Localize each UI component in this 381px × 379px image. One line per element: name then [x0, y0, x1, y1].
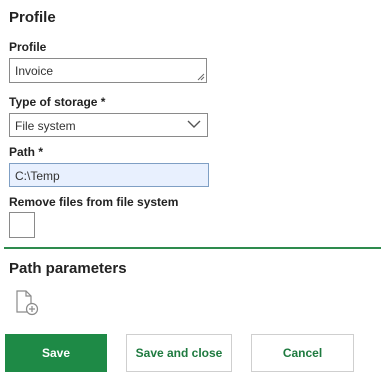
profile-field-label: Profile [9, 40, 47, 54]
chevron-down-icon [187, 120, 201, 128]
profile-textarea[interactable]: Invoice [9, 58, 207, 83]
profile-section-title: Profile [9, 9, 56, 26]
path-input-value: C:\Temp [15, 169, 60, 183]
path-field-label: Path * [9, 145, 44, 159]
remove-files-checkbox[interactable] [9, 212, 35, 238]
resize-grip-icon[interactable] [197, 73, 205, 81]
path-input[interactable]: C:\Temp [9, 163, 209, 187]
storage-type-value: File system [15, 119, 76, 133]
remove-files-label: Remove files from file system [9, 195, 179, 209]
cancel-button[interactable]: Cancel [251, 334, 354, 372]
profile-textarea-value: Invoice [15, 64, 54, 78]
save-button[interactable]: Save [5, 334, 107, 372]
path-parameters-title: Path parameters [9, 260, 127, 277]
storage-type-select[interactable]: File system [9, 113, 208, 137]
storage-type-label: Type of storage * [9, 95, 106, 109]
section-divider [4, 247, 381, 249]
add-document-icon[interactable] [14, 290, 40, 316]
save-and-close-button[interactable]: Save and close [126, 334, 232, 372]
